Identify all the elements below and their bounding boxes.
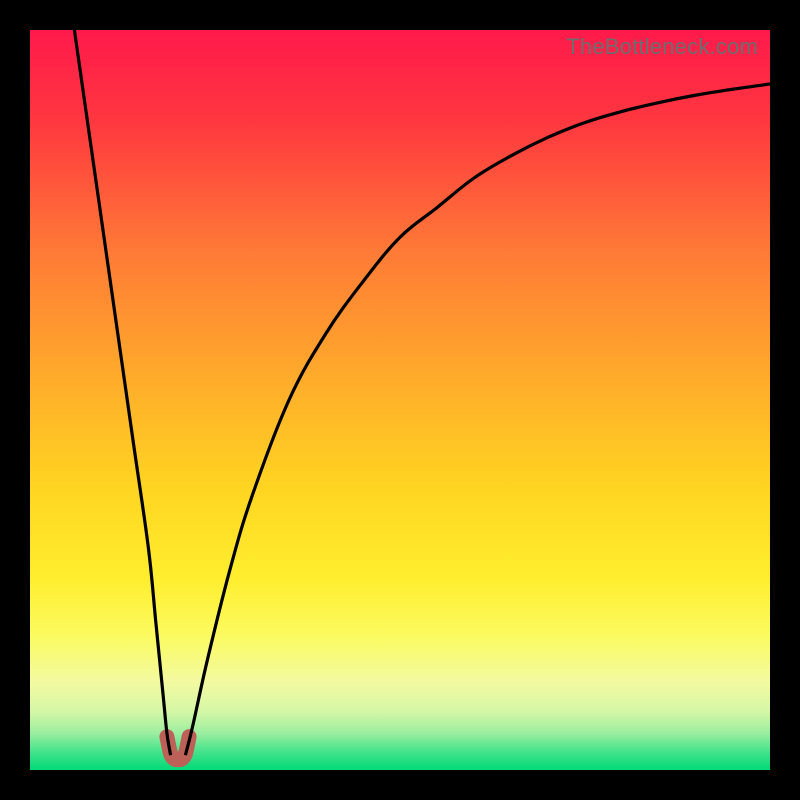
watermark-text: TheBottleneck.com (566, 34, 758, 60)
chart-frame: TheBottleneck.com (0, 0, 800, 800)
curve-left-branch (74, 30, 170, 755)
curve-layer (30, 30, 770, 770)
plot-area: TheBottleneck.com (30, 30, 770, 770)
curve-right-branch (185, 84, 770, 755)
